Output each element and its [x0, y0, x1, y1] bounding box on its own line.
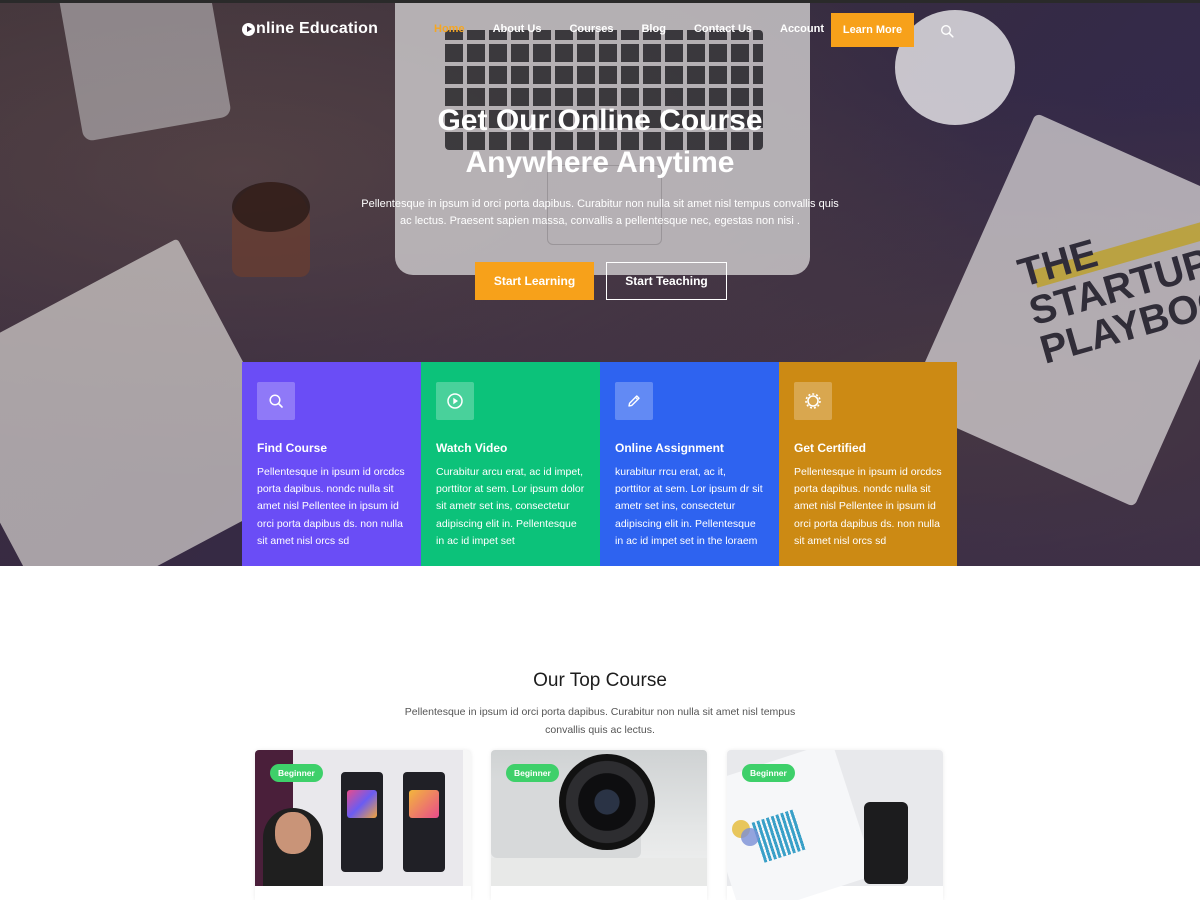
- feature-text: Pellentesque in ipsum id orcdcs porta da…: [257, 466, 405, 547]
- feature-card-watch-video[interactable]: Watch Video Curabitur arcu erat, ac id i…: [421, 362, 600, 566]
- course-card[interactable]: Beginner: [491, 750, 707, 900]
- feature-title: Online Assignment: [615, 441, 724, 455]
- play-circle-icon: [242, 22, 255, 36]
- feature-card-get-certified[interactable]: Get Certified Pellentesque in ipsum id o…: [779, 362, 957, 566]
- section-description: Pellentesque in ipsum id orci porta dapi…: [404, 705, 796, 736]
- learn-more-button[interactable]: Learn More: [831, 13, 914, 47]
- hero-section: THE STARTUP PLAYBOOK nline Education Hom…: [0, 0, 1200, 566]
- feature-text: kurabitur rrcu erat, ac it, porttitor at…: [615, 466, 763, 547]
- nav-item-about-us[interactable]: About Us: [493, 23, 542, 35]
- feature-card-find-course[interactable]: Find Course Pellentesque in ipsum id orc…: [242, 362, 421, 566]
- play-circle-icon: [436, 382, 474, 420]
- hero-description: Pellentesque in ipsum id orci porta dapi…: [361, 198, 839, 227]
- course-level-badge: Beginner: [270, 764, 323, 782]
- nav-item-contact-us[interactable]: Contact Us: [694, 23, 752, 35]
- feature-text: Pellentesque in ipsum id orcdcs porta da…: [794, 466, 942, 547]
- nav-menu: Home About Us Courses Blog Contact Us Ac…: [434, 23, 852, 35]
- nav-item-blog[interactable]: Blog: [641, 23, 665, 35]
- search-icon[interactable]: [940, 24, 954, 38]
- search-icon: [257, 382, 295, 420]
- hero-content: Get Our Online Course Anywhere Anytime P…: [0, 100, 1200, 230]
- logo-text: nline Education: [256, 20, 379, 37]
- section-title: Our Top Course: [533, 669, 667, 691]
- nav-item-home[interactable]: Home: [434, 23, 465, 35]
- hero-title: Get Our Online Course Anywhere Anytime: [300, 100, 900, 184]
- feature-title: Find Course: [257, 441, 328, 455]
- nav-item-account[interactable]: Account: [780, 23, 824, 35]
- feature-text: Curabitur arcu erat, ac id impet, portti…: [436, 466, 585, 547]
- feature-title: Get Certified: [794, 441, 867, 455]
- feature-card-online-assignment[interactable]: Online Assignment kurabitur rrcu erat, a…: [600, 362, 779, 566]
- feature-cards: Find Course Pellentesque in ipsum id orc…: [242, 362, 957, 566]
- hero-title-line-1: Get Our Online Course: [437, 104, 763, 137]
- course-card[interactable]: Beginner: [255, 750, 471, 900]
- start-teaching-button[interactable]: Start Teaching: [606, 262, 727, 300]
- course-level-badge: Beginner: [742, 764, 795, 782]
- course-card[interactable]: Beginner: [727, 750, 943, 900]
- course-level-badge: Beginner: [506, 764, 559, 782]
- hero-title-line-2: Anywhere Anytime: [465, 146, 735, 179]
- hero-buttons: Start Learning Start Teaching: [475, 262, 727, 300]
- start-learning-button[interactable]: Start Learning: [475, 262, 594, 300]
- nav-item-courses[interactable]: Courses: [569, 23, 613, 35]
- feature-title: Watch Video: [436, 441, 508, 455]
- top-navigation: nline Education Home About Us Courses Bl…: [0, 0, 1200, 62]
- badge-icon: [794, 382, 832, 420]
- pencil-icon: [615, 382, 653, 420]
- site-logo[interactable]: nline Education: [242, 20, 378, 38]
